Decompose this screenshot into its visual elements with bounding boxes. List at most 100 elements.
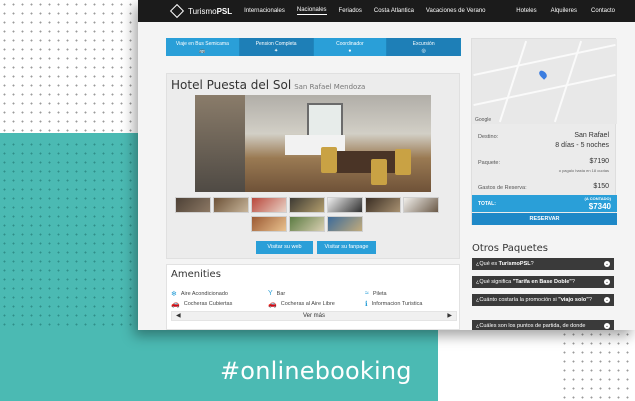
total-caption: (A CONTADO)	[584, 196, 611, 201]
thumbnail[interactable]	[289, 197, 325, 213]
booking-panel: Google Destino: San Rafael 8 días - 5 no…	[471, 38, 617, 225]
feature-coordinador-label: Coordinador	[336, 41, 364, 47]
thumbnail[interactable]	[327, 197, 363, 213]
cuotas-text: o pagalo hasta en 18 cuotas	[558, 168, 609, 173]
package-features-bar: Viaje en Bus Semicama 🚌 Pension Completa ✦…	[166, 38, 461, 56]
amenity-label: Pileta	[372, 290, 387, 297]
faq-text: ?	[571, 279, 575, 285]
chevron-right-icon[interactable]: ▶	[447, 312, 452, 321]
thumbnail[interactable]	[289, 216, 325, 232]
nav-feriados[interactable]: Feriados	[339, 8, 362, 14]
faq-item[interactable]: ¿Qué es TurismoPSL? ⌄	[472, 258, 614, 270]
feature-pension-label: Pension Completa	[255, 41, 297, 47]
cocktail-icon: Y	[268, 290, 273, 297]
faq-item[interactable]: ¿Qué significa "Tarifa en Base Doble"? ⌄	[472, 276, 614, 288]
thumbnail[interactable]	[213, 197, 249, 213]
gastos-value: $150	[593, 183, 609, 190]
faq-text: ?	[530, 261, 534, 267]
chevron-down-icon[interactable]: ⌄	[604, 297, 610, 303]
photo-chair	[321, 147, 337, 173]
visit-website-button[interactable]: Visitar su web	[256, 241, 313, 254]
website-screenshot: Turismo PSL Internacionales Nacionales Fe…	[138, 0, 635, 330]
nav-vacaciones-verano[interactable]: Vacaciones de Verano	[426, 8, 486, 14]
total-value: $7340	[588, 202, 611, 211]
photo-window	[307, 103, 343, 139]
total-bar: TOTAL: (A CONTADO) $7340	[472, 195, 617, 212]
logo-text-light: Turismo	[188, 6, 217, 16]
amenity-info-turistica: ℹ Informacion Turistica	[365, 300, 422, 308]
faq-text: ¿Qué es	[476, 261, 499, 267]
ver-mas-button[interactable]: ◀ Ver más ▶	[171, 311, 457, 321]
faq-text-bold: "Tarifa en Base Doble"	[512, 279, 572, 285]
faq-item[interactable]: ¿Cuáles son los puntos de partida, de do…	[472, 320, 614, 330]
thumbnail[interactable]	[327, 216, 363, 232]
photo-kitchen-area	[195, 95, 245, 192]
nav-nacionales[interactable]: Nacionales	[296, 7, 327, 15]
photo-chair	[395, 149, 411, 175]
nav-contacto[interactable]: Contacto	[591, 8, 615, 14]
paquete-value: $7190	[589, 158, 609, 165]
map-road	[498, 40, 528, 123]
chevron-left-icon[interactable]: ◀	[176, 312, 181, 321]
nav-internacionales[interactable]: Internacionales	[244, 8, 285, 14]
snowflake-icon: ❄	[171, 291, 177, 298]
faq-text-bold: "viajo solo"	[558, 297, 589, 303]
thumbnail[interactable]	[365, 197, 401, 213]
hotel-name: Hotel Puesta del Sol	[171, 78, 292, 92]
thumbnail[interactable]	[175, 197, 211, 213]
thumbnail[interactable]	[403, 197, 439, 213]
destino-label: Destino:	[478, 134, 499, 140]
utensils-icon: ✦	[274, 48, 279, 54]
dot-pattern-top	[0, 0, 140, 132]
logo-icon	[169, 3, 185, 19]
destino-value: San Rafael	[574, 132, 609, 139]
amenity-cocheras-cubiertas: 🚗 Cocheras Cubiertas	[171, 300, 232, 308]
amenity-aire: ❄ Aire Acondicionado	[171, 290, 228, 298]
reservar-button[interactable]: RESERVAR	[472, 213, 617, 225]
amenity-cocheras-aire-libre: 🚗 Cocheras al Aire Libre	[268, 300, 335, 308]
bus-icon: 🚌	[199, 48, 206, 54]
faq-text: ¿Qué significa	[476, 279, 513, 285]
info-icon: ℹ	[365, 301, 368, 308]
faq-text: ¿Cuánto costaría la promoción si	[476, 297, 559, 303]
chevron-down-icon[interactable]: ⌄	[604, 279, 610, 285]
logo-text-bold: PSL	[216, 6, 233, 16]
map-attribution: Google	[475, 117, 492, 123]
faq-text-bold: TurismoPSL	[498, 261, 531, 267]
nav-alquileres[interactable]: Alquileres	[551, 8, 577, 14]
amenity-label: Informacion Turistica	[371, 301, 423, 307]
feature-coordinador: Coordinador ●	[313, 38, 388, 56]
chevron-down-icon[interactable]: ⌄	[604, 323, 610, 329]
chevron-down-icon[interactable]: ⌄	[604, 261, 610, 267]
duracion-value: 8 días - 5 noches	[555, 142, 609, 149]
hotel-location: San Rafael Mendoza	[294, 83, 366, 91]
feature-bus-label: Viaje en Bus Semicama	[175, 41, 229, 47]
gastos-label: Gastos de Reserva:	[478, 185, 527, 191]
top-navigation-bar: Turismo PSL Internacionales Nacionales Fe…	[138, 0, 635, 22]
nav-hoteles[interactable]: Hoteles	[516, 8, 536, 14]
visit-fanpage-button[interactable]: Visitar su fanpage	[317, 241, 376, 254]
faq-text: ?	[588, 297, 592, 303]
compass-icon: ◎	[421, 48, 426, 54]
amenity-label: Cocheras Cubiertas	[183, 301, 233, 307]
person-icon: ●	[348, 48, 352, 54]
thumbnail[interactable]	[251, 197, 287, 213]
car-icon: 🚗	[171, 301, 180, 308]
nav-costa-atlantica[interactable]: Costa Atlantica	[374, 8, 414, 14]
nav-right-group: Hoteles Alquileres Contacto	[502, 0, 615, 22]
dot-pattern-teal	[0, 140, 138, 330]
amenity-bar: Y Bar	[268, 290, 285, 297]
hotel-main-photo[interactable]	[195, 95, 431, 192]
amenities-title: Amenities	[171, 269, 221, 280]
faq-item[interactable]: ¿Cuánto costaría la promoción si "viajo …	[472, 294, 614, 306]
otros-paquetes-title: Otros Paquetes	[472, 243, 549, 254]
feature-bus: Viaje en Bus Semicama 🚌	[166, 38, 240, 56]
ver-mas-label: Ver más	[302, 313, 325, 319]
site-logo[interactable]: Turismo PSL	[169, 3, 233, 19]
hotel-title: Hotel Puesta del Sol San Rafael Mendoza	[171, 78, 365, 92]
amenity-label: Cocheras al Aire Libre	[280, 301, 335, 307]
faq-text: ¿Cuáles son los puntos de partida, de do…	[476, 323, 586, 329]
location-map[interactable]: Google	[472, 39, 617, 124]
hashtag-caption: #onlinebooking	[220, 357, 412, 385]
thumbnail[interactable]	[251, 216, 287, 232]
